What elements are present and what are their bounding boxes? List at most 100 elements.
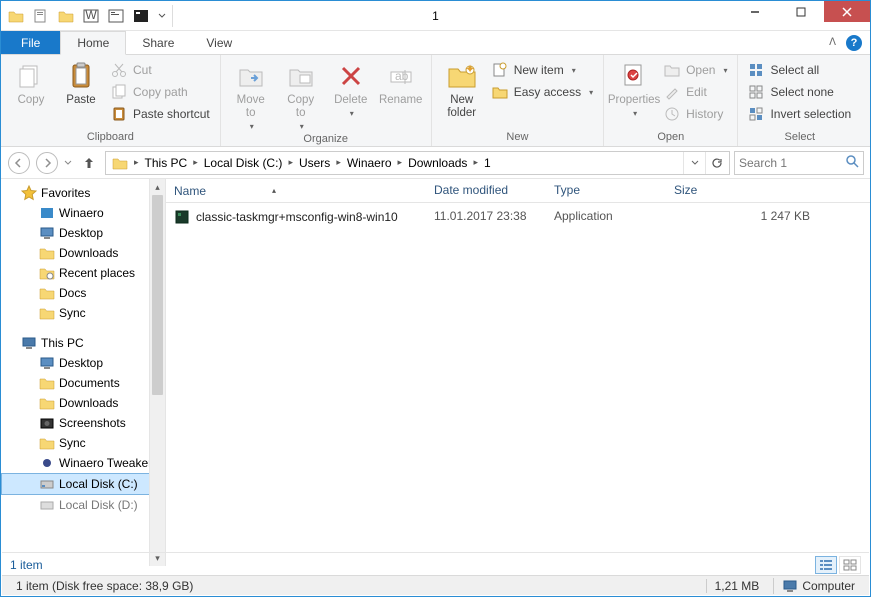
titlebar: W 1 [1,1,870,31]
tab-home[interactable]: Home [60,31,126,55]
breadcrumb-2[interactable]: Users [295,152,334,174]
file-row[interactable]: classic-taskmgr+msconfig-win8-win10 11.0… [166,203,870,231]
help-button[interactable]: ? [846,35,862,51]
view-icons-button[interactable] [839,556,861,574]
tree-pc-winaero-tweaker[interactable]: Winaero Tweaker [1,453,165,473]
svg-text:✦: ✦ [465,63,475,76]
invert-selection-button[interactable]: Invert selection [744,104,855,124]
edit-button[interactable]: Edit [660,82,731,102]
content: Favorites Winaero Desktop Downloads Rece… [1,179,870,566]
tree-fav-sync[interactable]: Sync [1,303,165,323]
view-details-button[interactable] [815,556,837,574]
copy-button[interactable]: Copy [7,58,55,107]
qat-properties-icon[interactable] [30,5,52,27]
tree-fav-desktop[interactable]: Desktop [1,223,165,243]
tab-view[interactable]: View [190,31,248,54]
address-dropdown[interactable] [683,152,705,174]
new-folder-icon: ✦ [446,60,478,92]
col-type[interactable]: Type [546,179,666,202]
sidebar-scrollbar[interactable]: ▴ ▾ [149,179,165,566]
scrollbar-thumb[interactable] [152,195,163,395]
breadcrumb-5[interactable]: 1 [480,152,495,174]
window-title: 1 [432,9,439,23]
tree-fav-downloads[interactable]: Downloads [1,243,165,263]
svg-text:ab: ab [395,69,409,83]
properties-button[interactable]: Properties▾ [610,58,658,118]
tree-pc-downloads[interactable]: Downloads [1,393,165,413]
tree-pc-desktop[interactable]: Desktop [1,353,165,373]
minimize-button[interactable] [732,1,778,22]
qat-dropdown[interactable] [155,12,169,20]
col-date[interactable]: Date modified [426,179,546,202]
select-all-button[interactable]: Select all [744,60,855,80]
cut-button[interactable]: Cut [107,60,214,80]
tree-pc-screenshots[interactable]: Screenshots [1,413,165,433]
address-bar[interactable]: ▸ This PC▸ Local Disk (C:)▸ Users▸ Winae… [105,151,730,175]
rename-button[interactable]: ab Rename [377,58,425,107]
qat-app1-icon[interactable]: W [80,5,102,27]
nav-forward-button[interactable] [35,151,59,175]
column-headers: Name▴ Date modified Type Size [166,179,870,203]
open-button[interactable]: Open▾ [660,60,731,80]
qat-app2-icon[interactable] [105,5,127,27]
status-bar: 1 item (Disk free space: 38,9 GB) 1,21 M… [2,575,869,595]
tree-pc-local-d[interactable]: Local Disk (D:) [1,495,165,515]
select-none-button[interactable]: Select none [744,82,855,102]
col-size[interactable]: Size [666,179,870,202]
tab-file[interactable]: File [1,31,60,54]
paste-shortcut-button[interactable]: Paste shortcut [107,104,214,124]
move-to-button[interactable]: Move to▾ [227,58,275,131]
tree-fav-recent[interactable]: Recent places [1,263,165,283]
nav-recent-dropdown[interactable] [63,160,73,166]
tree-pc-sync[interactable]: Sync [1,433,165,453]
navbar: ▸ This PC▸ Local Disk (C:)▸ Users▸ Winae… [1,147,870,179]
nav-back-button[interactable] [7,151,31,175]
new-item-button[interactable]: New item▾ [488,60,597,80]
new-folder-button[interactable]: ✦ New folder [438,58,486,120]
copy-path-button[interactable]: Copy path [107,82,214,102]
collapse-ribbon[interactable]: ᐱ [829,37,836,48]
breadcrumb-1[interactable]: Local Disk (C:) [200,152,287,174]
copy-to-button[interactable]: Copy to▾ [277,58,325,131]
computer-icon [782,578,798,594]
close-button[interactable] [824,1,870,22]
tree-this-pc[interactable]: This PC [1,333,165,353]
qat-folder-icon[interactable] [5,5,27,27]
tree-pc-documents[interactable]: Documents [1,373,165,393]
group-organize: Move to▾ Copy to▾ Delete▾ ab Rename Orga… [221,55,432,146]
tree-fav-winaero[interactable]: Winaero [1,203,165,223]
breadcrumb-4[interactable]: Downloads [404,152,471,174]
address-folder-icon[interactable] [108,152,132,174]
tab-share[interactable]: Share [126,31,190,54]
history-button[interactable]: History [660,104,731,124]
paste-button[interactable]: Paste [57,58,105,107]
copy-path-icon [111,84,127,100]
easy-access-button[interactable]: Easy access▾ [488,82,597,102]
open-icon [664,62,680,78]
window-controls [732,1,870,22]
select-all-icon [748,62,764,78]
breadcrumb-3[interactable]: Winaero [343,152,396,174]
tree-favorites[interactable]: Favorites [1,183,165,203]
delete-button[interactable]: Delete▾ [327,58,375,118]
maximize-button[interactable] [778,1,824,22]
invert-selection-icon [748,106,764,122]
item-count: 1 item [10,558,43,572]
new-item-icon [492,62,508,78]
easy-access-icon [492,84,508,100]
refresh-button[interactable] [705,152,727,174]
nav-up-button[interactable] [77,151,101,175]
group-select: Select all Select none Invert selection … [738,55,861,146]
tree-pc-local-c[interactable]: Local Disk (C:) [1,473,165,495]
qat-new-folder-icon[interactable] [55,5,77,27]
paste-icon [65,60,97,92]
tree-fav-docs[interactable]: Docs [1,283,165,303]
qat-app3-icon[interactable] [130,5,152,27]
col-name[interactable]: Name▴ [166,179,426,202]
status-computer: Computer [773,578,863,594]
svg-text:W: W [85,8,97,22]
search-input[interactable]: Search 1 [734,151,864,175]
qat-separator [172,5,176,27]
breadcrumb-sep[interactable]: ▸ [132,157,141,168]
breadcrumb-0[interactable]: This PC [141,152,192,174]
